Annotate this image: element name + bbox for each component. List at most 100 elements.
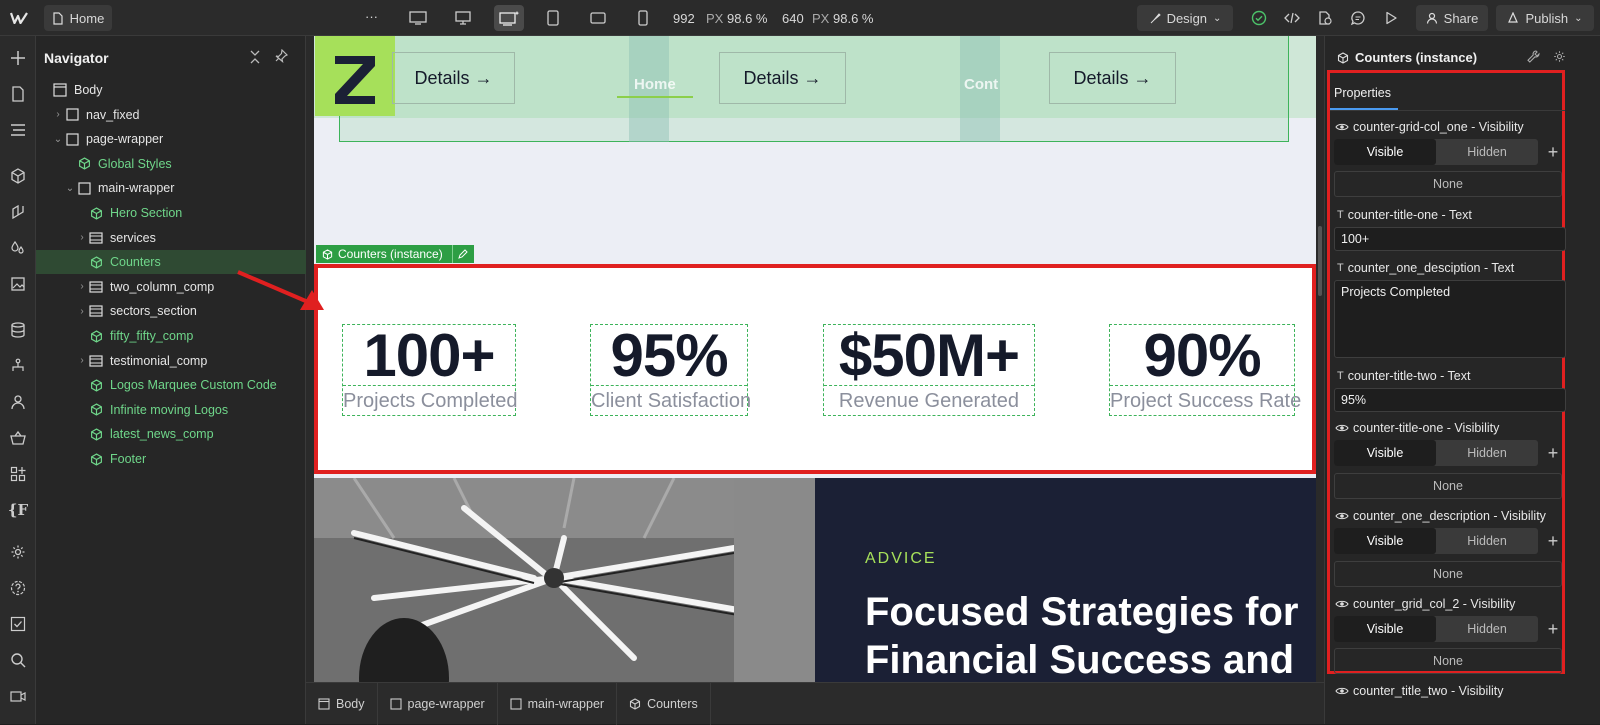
visibility-toggle[interactable]: Visible Hidden (1334, 139, 1538, 165)
publish-button[interactable]: Publish ⌄ (1496, 5, 1594, 31)
navigator-item-global-styles[interactable]: Global Styles (36, 152, 306, 176)
navigator-item-page-wrapper[interactable]: ⌄ page-wrapper (36, 127, 306, 151)
base-breakpoint-icon[interactable] (494, 5, 524, 31)
add-binding-icon[interactable]: + (1544, 616, 1562, 642)
visibility-toggle[interactable]: Visible Hidden (1334, 440, 1538, 466)
finsweet-icon[interactable]: {F (6, 498, 30, 522)
visible-option[interactable]: Visible (1334, 440, 1436, 466)
navigator-item-body[interactable]: Body (36, 78, 306, 102)
more-options-button[interactable]: ··· (365, 9, 378, 24)
assets-icon[interactable] (6, 272, 30, 296)
breadcrumb-item-counters[interactable]: Counters (617, 682, 711, 725)
add-elements-icon[interactable] (6, 46, 30, 70)
details-button[interactable]: Details → (719, 52, 846, 104)
counter-item[interactable]: 100+ Projects Completed (342, 324, 518, 416)
visible-option[interactable]: Visible (1334, 139, 1436, 165)
chevron-right-icon[interactable]: › (52, 109, 64, 120)
export-icon[interactable] (1312, 5, 1338, 31)
chevron-right-icon[interactable]: › (76, 281, 88, 292)
settings-gear-icon[interactable] (1553, 50, 1566, 63)
ecommerce-basket-icon[interactable] (6, 426, 30, 450)
navigator-item-infinite-moving-logos[interactable]: Infinite moving Logos (36, 398, 306, 422)
visibility-toggle[interactable]: Visible Hidden (1334, 616, 1538, 642)
video-tutorials-icon[interactable] (6, 684, 30, 708)
hidden-option[interactable]: Hidden (1436, 616, 1538, 642)
hidden-option[interactable]: Hidden (1436, 440, 1538, 466)
navigator-item-footer[interactable]: Footer (36, 447, 306, 471)
details-button[interactable]: Details → (392, 52, 515, 104)
scrollbar-thumb[interactable] (1318, 226, 1322, 296)
comments-icon[interactable] (1345, 5, 1371, 31)
desktop-large-breakpoint-icon[interactable] (405, 5, 431, 31)
breadcrumb-item-main-wrapper[interactable]: main-wrapper (498, 682, 618, 725)
hidden-option[interactable]: Hidden (1436, 139, 1538, 165)
navigator-item-logos-marquee-custom-code[interactable]: Logos Marquee Custom Code (36, 373, 306, 397)
details-button[interactable]: Details → (1049, 52, 1176, 104)
add-binding-icon[interactable]: + (1544, 528, 1562, 554)
add-binding-icon[interactable]: + (1544, 440, 1562, 466)
cms-database-icon[interactable] (6, 318, 30, 342)
binding-none-select[interactable]: None (1334, 648, 1562, 674)
binding-none-select[interactable]: None (1334, 473, 1562, 499)
instance-tag[interactable]: Counters (instance) (316, 245, 474, 263)
breadcrumb-item-page-wrapper[interactable]: page-wrapper (378, 682, 498, 725)
hidden-option[interactable]: Hidden (1436, 528, 1538, 554)
code-icon[interactable] (1279, 5, 1305, 31)
navigator-item-services[interactable]: › services (36, 226, 306, 250)
visibility-toggle[interactable]: Visible Hidden (1334, 528, 1538, 554)
navigator-item-main-wrapper[interactable]: ⌄ main-wrapper (36, 176, 306, 200)
chevron-right-icon[interactable]: › (76, 232, 88, 243)
counter-item[interactable]: 90% Project Success Rate (1109, 324, 1301, 416)
check-circle-icon[interactable] (1246, 5, 1272, 31)
users-icon[interactable] (6, 390, 30, 414)
search-icon[interactable] (6, 648, 30, 672)
audit-checklist-icon[interactable] (6, 612, 30, 636)
collapse-all-icon[interactable] (249, 50, 261, 64)
webflow-logo-icon[interactable] (6, 5, 32, 31)
design-canvas[interactable]: Home Cont Details → Details → Details → … (314, 36, 1316, 682)
preview-play-icon[interactable] (1378, 5, 1404, 31)
chevron-down-icon[interactable]: ⌄ (52, 134, 64, 145)
navigator-item-latest-news-comp[interactable]: latest_news_comp (36, 422, 306, 446)
page-selector-button[interactable]: Home (44, 5, 112, 31)
counter-item[interactable]: 95% Client Satisfaction (590, 324, 751, 416)
counters-section[interactable]: 100+ Projects Completed 95% Client Satisfac… (314, 264, 1316, 474)
logic-icon[interactable] (6, 354, 30, 378)
canvas-scrollbar[interactable] (1316, 36, 1324, 682)
pages-icon[interactable] (6, 82, 30, 106)
navigator-item-testimonial-comp[interactable]: › testimonial_comp (36, 349, 306, 373)
design-mode-button[interactable]: Design ⌄ (1137, 5, 1233, 31)
tab-properties[interactable]: Properties (1334, 86, 1391, 100)
counter-one-description-textarea[interactable]: Projects Completed (1334, 280, 1566, 358)
counter-item[interactable]: $50M+ Revenue Generated (823, 324, 1035, 416)
tablet-breakpoint-icon[interactable] (540, 5, 566, 31)
pin-icon[interactable] (274, 49, 288, 63)
breadcrumb-item-body[interactable]: Body (306, 682, 378, 725)
share-button[interactable]: Share (1416, 5, 1488, 31)
visible-option[interactable]: Visible (1334, 616, 1436, 642)
wrench-icon[interactable] (1527, 50, 1540, 63)
navigator-item-hero-section[interactable]: Hero Section (36, 201, 306, 225)
edit-pencil-icon[interactable] (457, 249, 468, 259)
help-icon[interactable] (6, 576, 30, 600)
settings-gear-icon[interactable] (6, 540, 30, 564)
desktop-breakpoint-icon[interactable] (450, 5, 476, 31)
style-selectors-icon[interactable] (6, 200, 30, 224)
visible-option[interactable]: Visible (1334, 528, 1436, 554)
chevron-right-icon[interactable]: › (76, 306, 88, 317)
counter-title-two-input[interactable]: 95% (1334, 388, 1566, 412)
variables-drops-icon[interactable] (6, 236, 30, 260)
add-binding-icon[interactable]: + (1544, 139, 1562, 165)
binding-none-select[interactable]: None (1334, 561, 1562, 587)
mobile-portrait-breakpoint-icon[interactable] (630, 5, 656, 31)
navigator-item-fifty-fifty-comp[interactable]: fifty_fifty_comp (36, 324, 306, 348)
chevron-down-icon[interactable]: ⌄ (64, 183, 76, 194)
canvas-width-value[interactable]: 992 (673, 11, 695, 26)
navigator-item-nav-fixed[interactable]: › nav_fixed (36, 103, 306, 127)
binding-none-select[interactable]: None (1334, 171, 1562, 197)
canvas-height-value[interactable]: 640 (782, 11, 804, 26)
counter-title-one-input[interactable]: 100+ (1334, 227, 1566, 251)
navigator-icon[interactable] (6, 118, 30, 142)
mobile-landscape-breakpoint-icon[interactable] (585, 5, 611, 31)
components-icon[interactable] (6, 164, 30, 188)
